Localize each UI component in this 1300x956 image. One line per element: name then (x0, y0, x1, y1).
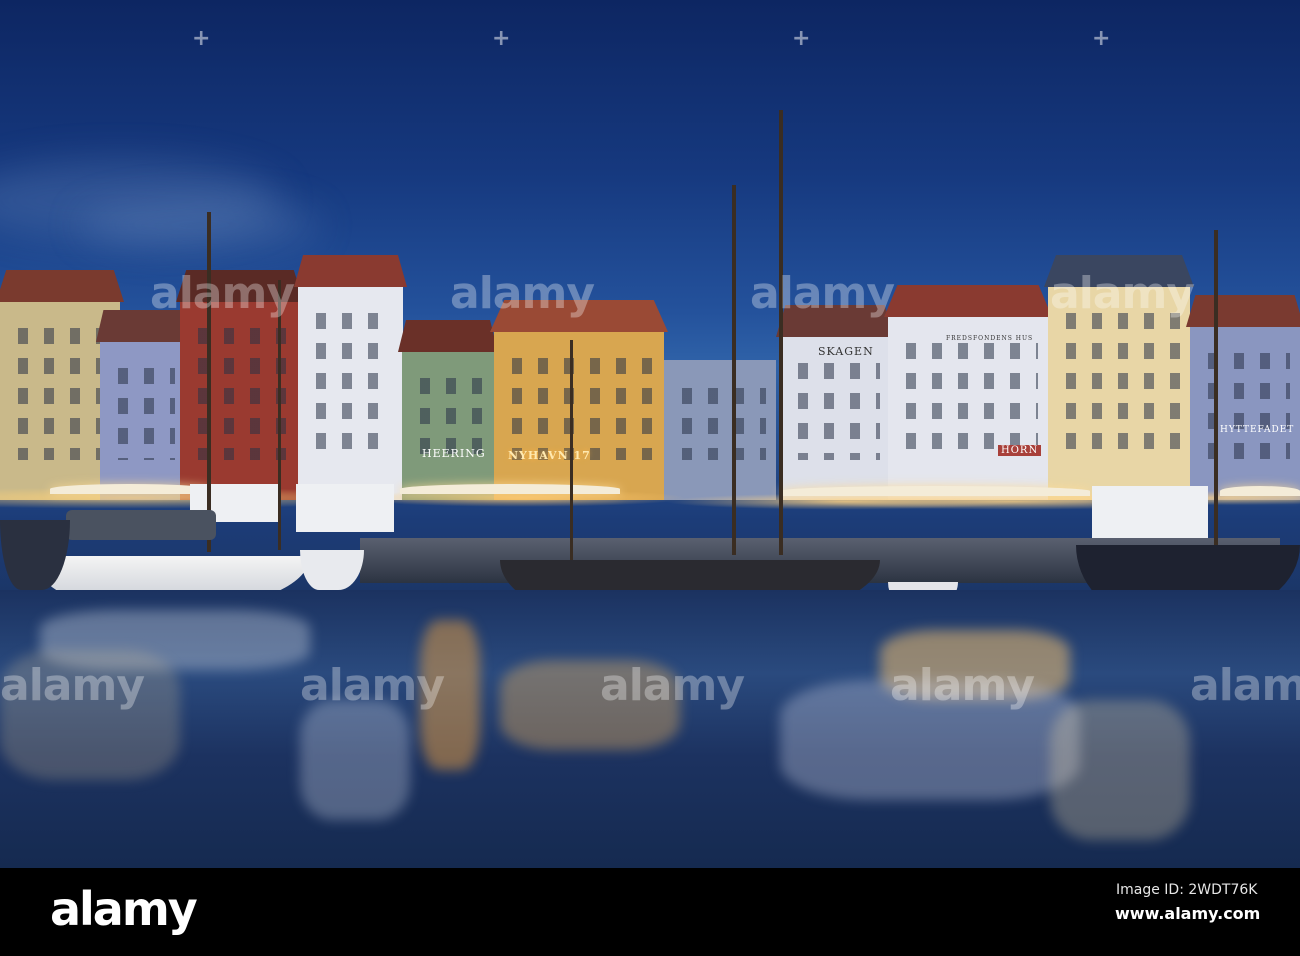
sign-heering: HEERING (422, 447, 486, 460)
canal-water (0, 590, 1300, 868)
watermark-plus: + (1092, 26, 1111, 51)
alamy-logo: alamy (50, 882, 198, 936)
watermark-text: alamy (300, 660, 445, 711)
watermark-text: alamy (0, 660, 145, 711)
building (294, 255, 407, 500)
sign-skagen: SKAGEN (818, 345, 874, 358)
sign-nyhavn-17: NYHAVN 17 (508, 449, 591, 462)
mast (207, 212, 211, 552)
watermark-text: alamy (450, 268, 595, 319)
market-hut (296, 484, 394, 532)
watermark-plus: + (792, 26, 811, 51)
watermark-text: alamy (1190, 660, 1300, 711)
harbour-photo: HEERING NYHAVN 17 SKAGEN FREDSFONDENS HU… (0, 0, 1300, 868)
image-id: Image ID: 2WDT76K (1116, 882, 1258, 898)
umbrella (400, 484, 620, 494)
watermark-text: alamy (1050, 268, 1195, 319)
sign-horn: HORN (998, 445, 1042, 456)
umbrella (1220, 486, 1300, 496)
mast (570, 340, 573, 560)
white-boat (300, 550, 364, 590)
watermark-plus: + (192, 26, 211, 51)
mast (278, 280, 281, 550)
watermark-text: alamy (150, 268, 295, 319)
sign-hyttefadet: HYTTEFADET (1220, 425, 1295, 435)
watermark-text: alamy (890, 660, 1035, 711)
mast (779, 110, 783, 555)
mast (1214, 230, 1218, 560)
watermark-text: alamy (600, 660, 745, 711)
market-hut (1092, 486, 1208, 542)
mast (732, 185, 736, 555)
website-link[interactable]: www.alamy.com (1115, 904, 1260, 923)
umbrella (50, 484, 210, 494)
sign-fredsfondens-hus: FREDSFONDENS HUS (946, 335, 1034, 342)
footer-bar: alamy Image ID: 2WDT76K www.alamy.com (0, 868, 1300, 956)
watermark-text: alamy (750, 268, 895, 319)
watermark-plus: + (492, 26, 511, 51)
boat-cover (66, 510, 216, 540)
umbrella (780, 486, 1090, 496)
